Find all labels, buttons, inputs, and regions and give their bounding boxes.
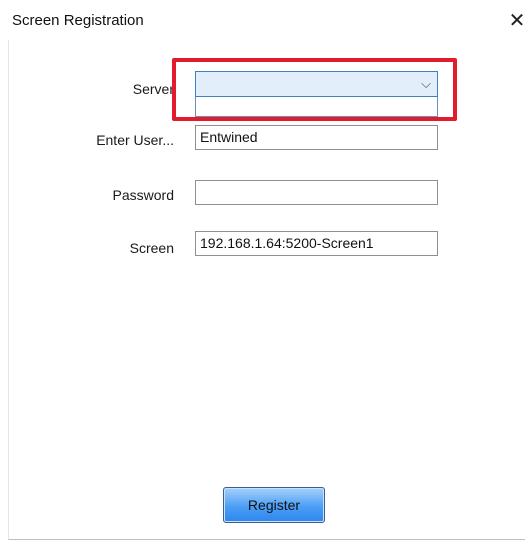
screen-field[interactable]: 192.168.1.64:5200-Screen1 [195, 231, 438, 256]
screen-label: Screen [129, 240, 174, 256]
password-label: Password [112, 187, 174, 203]
username-label: Enter User... [96, 132, 174, 148]
title-bar: Screen Registration ✕ [0, 0, 532, 40]
highlight-box [172, 58, 457, 121]
server-label: Server [132, 81, 174, 97]
close-icon[interactable]: ✕ [506, 9, 528, 33]
window-title: Screen Registration [12, 12, 144, 29]
register-button[interactable]: Register [223, 487, 325, 523]
username-field[interactable]: Entwined [195, 125, 438, 150]
screen-registration-dialog: Screen Registration ✕ Server ⌵ Enter Use… [0, 0, 532, 545]
password-field[interactable] [195, 180, 438, 205]
